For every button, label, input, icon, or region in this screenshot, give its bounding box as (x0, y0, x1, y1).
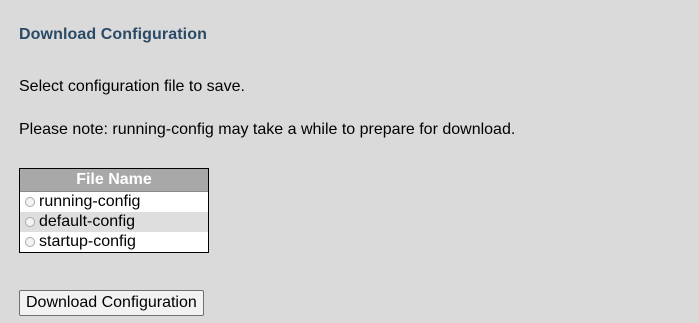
file-name-header: File Name (20, 169, 208, 192)
download-configuration-button[interactable]: Download Configuration (19, 290, 204, 316)
file-option-startup-config[interactable]: startup-config (20, 232, 208, 252)
startup-config-label: startup-config (39, 233, 136, 250)
default-config-label: default-config (39, 213, 136, 230)
file-name-table: File Name running-config default-config … (19, 168, 209, 253)
file-option-running-config[interactable]: running-config (20, 192, 208, 212)
page-title: Download Configuration (19, 26, 207, 43)
running-config-label: running-config (39, 193, 141, 210)
instruction-text: Select configuration file to save. (19, 78, 245, 95)
file-option-default-config[interactable]: default-config (20, 212, 208, 232)
startup-config-radio[interactable] (25, 237, 35, 247)
running-config-radio[interactable] (25, 197, 35, 207)
download-note: Please note: running-config may take a w… (19, 121, 516, 138)
default-config-radio[interactable] (25, 217, 35, 227)
